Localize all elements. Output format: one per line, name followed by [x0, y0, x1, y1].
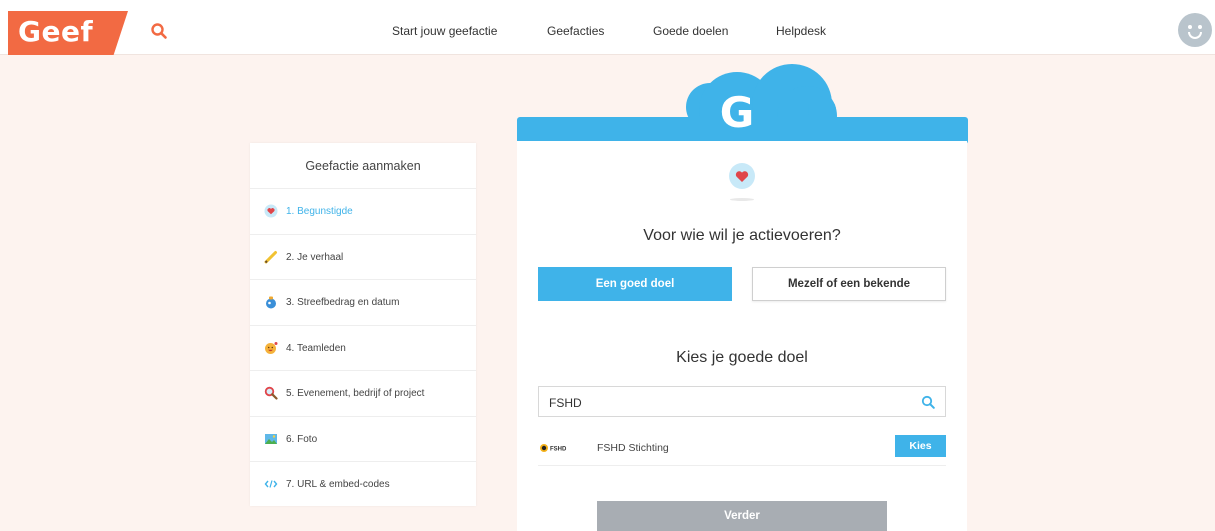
nav-geefacties[interactable]: Geefacties	[547, 24, 604, 38]
search-icon[interactable]	[921, 395, 935, 409]
sidebar-item-evenement[interactable]: 5. Evenement, bedrijf of project	[250, 371, 476, 417]
avatar-eye-right	[1198, 25, 1202, 29]
avatar-eye-left	[1188, 25, 1192, 29]
question-choose-charity: Kies je goede doel	[676, 349, 808, 366]
moneybag-icon	[266, 296, 276, 309]
option-mezelf-button[interactable]: Mezelf of een bekende	[752, 267, 946, 301]
heart-icon	[264, 204, 278, 218]
sidebar-item-foto[interactable]: 6. Foto	[250, 417, 476, 462]
sidebar-item-label: 3. Streefbedrag en datum	[286, 297, 400, 308]
result-logo-text: FSHD	[550, 447, 567, 453]
picture-icon	[265, 433, 277, 444]
nav-helpdesk[interactable]: Helpdesk	[776, 24, 826, 38]
sidebar-title: Geefactie aanmaken	[250, 143, 476, 189]
search-icon[interactable]	[150, 22, 168, 40]
sidebar-item-je-verhaal[interactable]: 2. Je verhaal	[250, 235, 476, 280]
main-card: Voor wie wil je actievoeren? Een goed do…	[517, 141, 967, 531]
nav-goede-doelen[interactable]: Goede doelen	[653, 24, 728, 38]
sidebar-item-begunstigde[interactable]: 1. Begunstigde	[250, 189, 476, 235]
sidebar-item-label: 7. URL & embed-codes	[286, 479, 390, 490]
kies-button[interactable]: Kies	[895, 435, 946, 457]
verder-button[interactable]: Verder	[597, 501, 887, 531]
steps-sidebar: Geefactie aanmaken 1. Begunstigde 2. Je …	[250, 143, 476, 506]
geef-logo[interactable]: Geef	[8, 11, 128, 55]
sidebar-item-teamleden[interactable]: 4. Teamleden	[250, 326, 476, 371]
nav-start-geefactie[interactable]: Start jouw geefactie	[392, 24, 497, 38]
sidebar-item-label: 1. Begunstigde	[286, 206, 353, 217]
pencil-icon	[264, 250, 277, 263]
charity-search-input[interactable]: FSHD	[538, 386, 946, 417]
result-name: FSHD Stichting	[597, 442, 669, 454]
search-input-value: FSHD	[549, 396, 582, 410]
avatar-mouth	[1188, 32, 1202, 39]
user-avatar[interactable]	[1178, 13, 1212, 47]
sidebar-item-label: 6. Foto	[286, 433, 318, 445]
heart-shadow	[730, 198, 754, 201]
sidebar-item-streefbedrag[interactable]: 3. Streefbedrag en datum	[250, 280, 476, 326]
option-goed-doel-button[interactable]: Een goed doel	[538, 267, 732, 301]
cloud-header: G	[517, 64, 968, 144]
sidebar-item-label: 2. Je verhaal	[286, 251, 344, 263]
cloud-letter: G	[720, 88, 754, 137]
smiley-icon	[265, 341, 278, 354]
magnifier-icon	[264, 386, 278, 400]
heart-icon	[729, 163, 755, 189]
sidebar-item-label: 5. Evenement, bedrijf of project	[286, 388, 425, 399]
sidebar-item-label: 4. Teamleden	[286, 342, 346, 354]
question-who: Voor wie wil je actievoeren?	[643, 227, 841, 244]
top-header: Geef Start jouw geefactie Geefacties Goe…	[0, 0, 1215, 55]
charity-result-row: FSHD FSHD Stichting Kies	[538, 434, 946, 466]
code-icon	[264, 480, 278, 488]
fshd-logo-icon: FSHD	[540, 444, 567, 453]
logo-text: Geef	[18, 15, 94, 48]
sidebar-item-url-embed[interactable]: 7. URL & embed-codes	[250, 462, 476, 508]
